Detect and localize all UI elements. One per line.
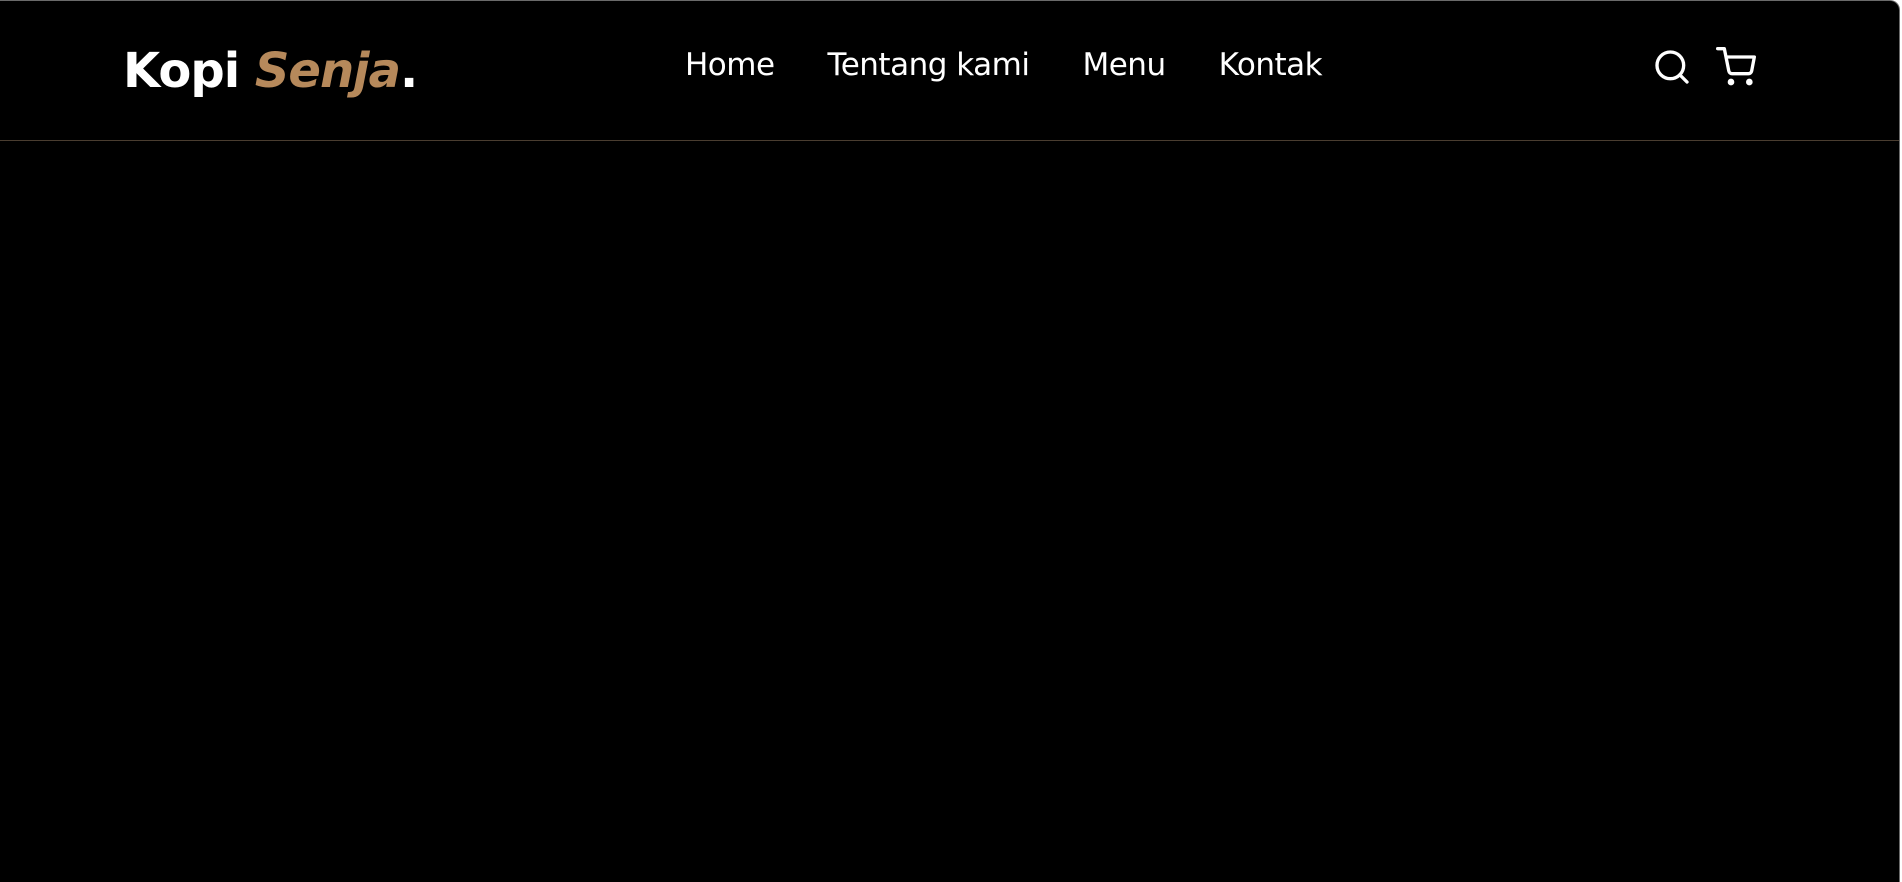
brand-name-main: Kopi <box>123 43 255 99</box>
shopping-cart-icon <box>1716 47 1756 87</box>
search-icon <box>1652 47 1692 87</box>
nav-link-home[interactable]: Home <box>685 43 775 87</box>
brand-name-dot: . <box>400 43 418 99</box>
hero-section <box>0 142 1899 882</box>
search-button[interactable] <box>1652 47 1692 87</box>
nav-link-kontak[interactable]: Kontak <box>1219 43 1323 87</box>
navbar: Kopi Senja. Home Tentang kami Menu Konta… <box>0 1 1899 141</box>
brand-name-accent: Senja <box>254 43 401 99</box>
main-nav: Home Tentang kami Menu Kontak <box>685 43 1323 87</box>
brand-logo[interactable]: Kopi Senja. <box>123 39 418 103</box>
cart-button[interactable] <box>1716 47 1756 87</box>
nav-link-tentang-kami[interactable]: Tentang kami <box>828 43 1030 87</box>
browser-viewport: Kopi Senja. Home Tentang kami Menu Konta… <box>0 0 1900 882</box>
nav-link-menu[interactable]: Menu <box>1082 43 1166 87</box>
